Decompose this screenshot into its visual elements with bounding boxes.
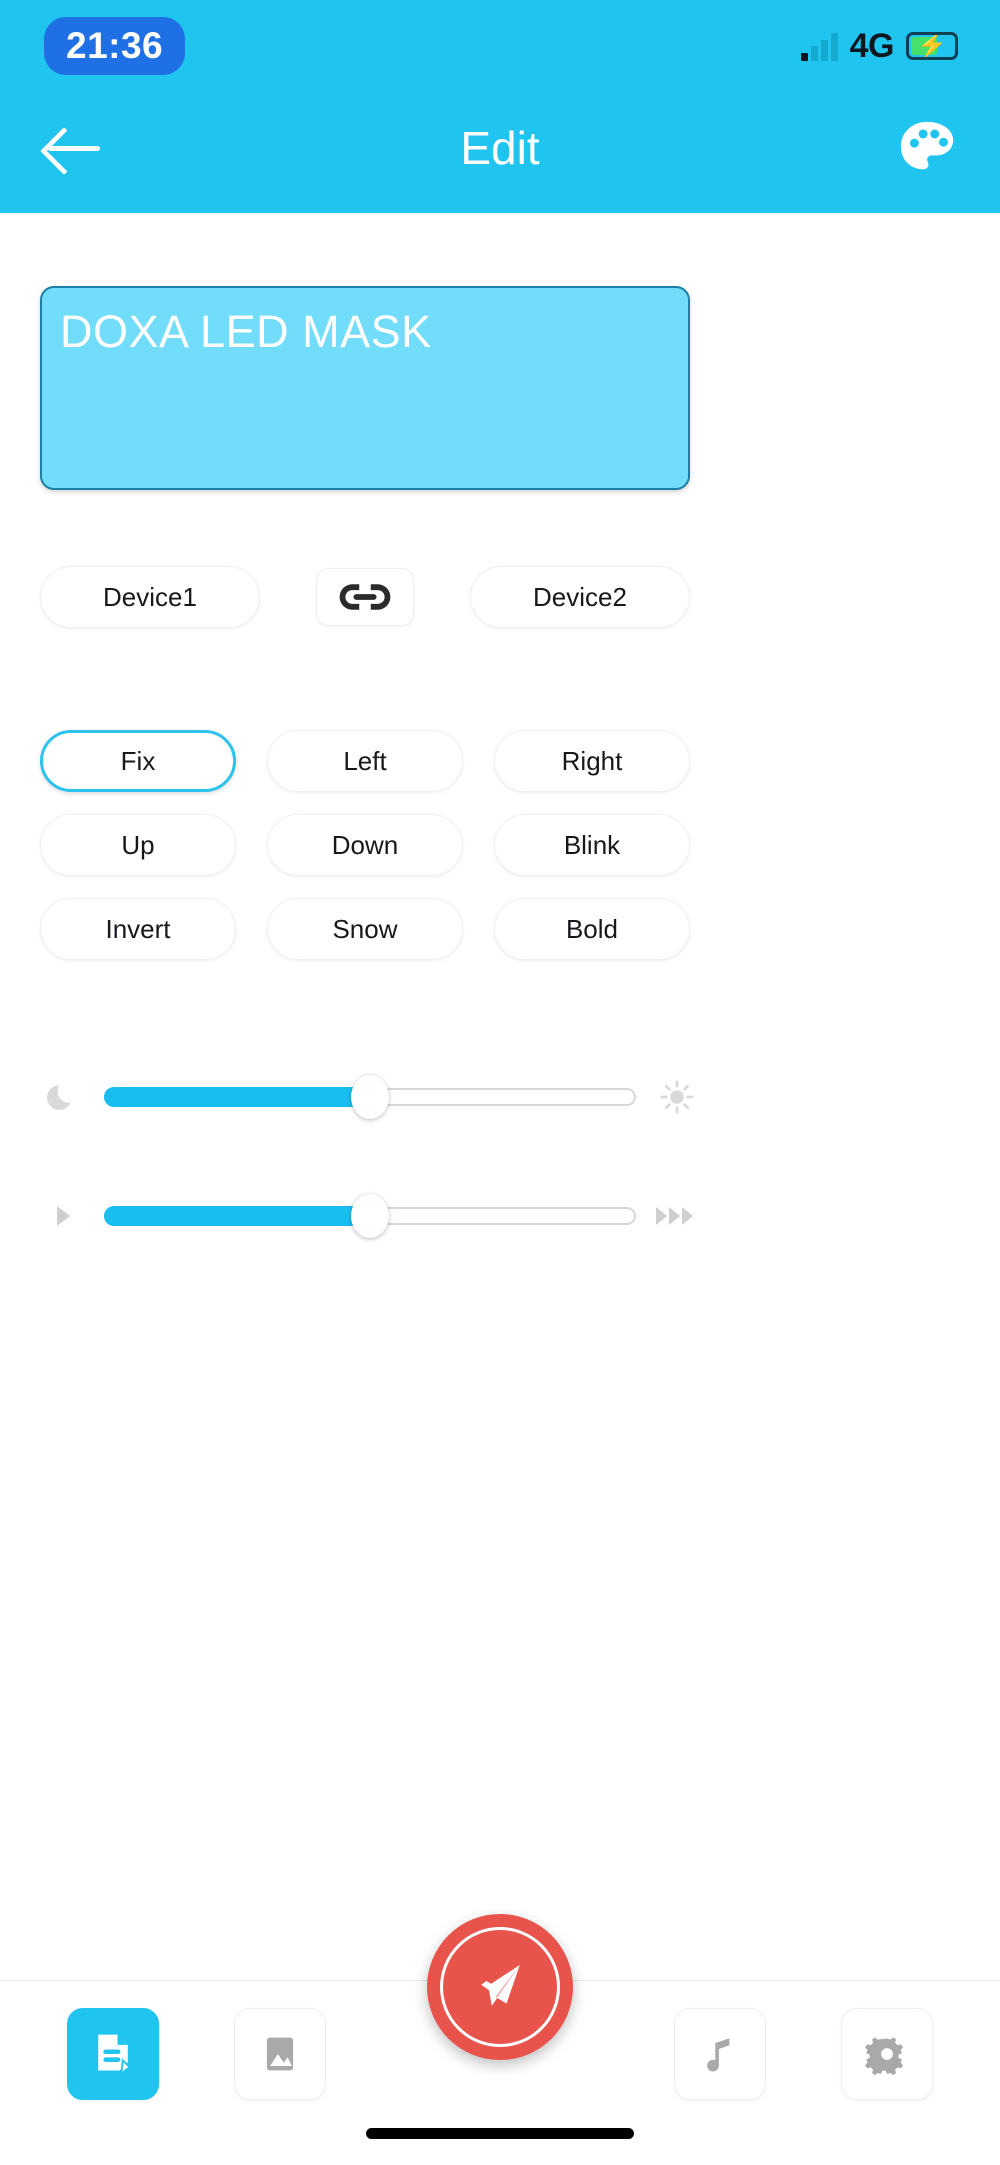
text-document-edit-icon — [98, 2034, 132, 2077]
speed-slider-fill — [104, 1206, 370, 1226]
effect-button-down[interactable]: Down — [267, 814, 463, 876]
network-type-label: 4G — [849, 27, 895, 65]
tab-image-picker[interactable] — [233, 2008, 326, 2100]
tab-music[interactable] — [674, 2008, 767, 2100]
effect-button-bold[interactable]: Bold — [494, 898, 690, 960]
effect-button-up[interactable]: Up — [40, 814, 236, 876]
effect-button-snow[interactable]: Snow — [267, 898, 463, 960]
navigation-bar: Edit — [0, 92, 1000, 213]
speed-slider-thumb[interactable] — [351, 1194, 389, 1238]
effect-button-blink[interactable]: Blink — [494, 814, 690, 876]
device1-button[interactable]: Device1 — [40, 566, 260, 628]
palette-icon[interactable] — [894, 117, 960, 179]
message-text-value: DOXA LED MASK — [60, 306, 432, 357]
brightness-slider-thumb[interactable] — [351, 1075, 389, 1119]
brightness-slider-row — [40, 1067, 700, 1127]
moon-icon — [40, 1074, 86, 1120]
page-title: Edit — [460, 121, 540, 174]
fast-forward-icon — [654, 1193, 700, 1239]
play-triangle-icon — [40, 1193, 86, 1239]
brightness-slider[interactable] — [104, 1075, 636, 1119]
device-selector-row: Device1 Device2 — [40, 566, 690, 628]
effect-button-invert[interactable]: Invert — [40, 898, 236, 960]
status-bar: 21:36 4G ⚡ — [0, 0, 1000, 92]
link-devices-button[interactable] — [316, 568, 414, 626]
main-content: DOXA LED MASK Device1 Device2 Fix Left R… — [0, 213, 1000, 2165]
device2-button[interactable]: Device2 — [470, 566, 690, 628]
battery-charging-icon: ⚡ — [906, 32, 958, 60]
brightness-slider-fill — [104, 1087, 370, 1107]
send-button[interactable] — [427, 1914, 573, 2060]
effect-button-right[interactable]: Right — [494, 730, 690, 792]
sun-icon — [654, 1074, 700, 1120]
back-arrow-icon[interactable] — [46, 122, 106, 174]
image-picture-icon — [266, 2037, 293, 2071]
speed-slider[interactable] — [104, 1194, 636, 1238]
speed-slider-row — [40, 1186, 700, 1246]
app-screen: 21:36 4G ⚡ Edit DOXA LED MASK Device1 De… — [0, 0, 1000, 2165]
message-text-input[interactable]: DOXA LED MASK — [40, 286, 690, 490]
status-bar-clock: 21:36 — [44, 17, 186, 75]
tab-text-editor[interactable] — [67, 2008, 160, 2100]
home-indicator — [366, 2128, 634, 2139]
send-button-ring — [440, 1927, 560, 2047]
tab-settings[interactable] — [840, 2008, 933, 2100]
gear-settings-icon — [864, 2037, 903, 2076]
status-bar-indicators: 4G ⚡ — [800, 27, 976, 65]
effect-button-left[interactable]: Left — [267, 730, 463, 792]
app-header: 21:36 4G ⚡ Edit — [0, 0, 1000, 213]
effects-grid: Fix Left Right Up Down Blink Invert Snow… — [40, 730, 690, 960]
effect-button-fix[interactable]: Fix — [40, 730, 236, 792]
link-chain-icon — [339, 584, 391, 610]
signal-bars-icon — [800, 31, 838, 61]
music-note-icon — [707, 2038, 730, 2072]
